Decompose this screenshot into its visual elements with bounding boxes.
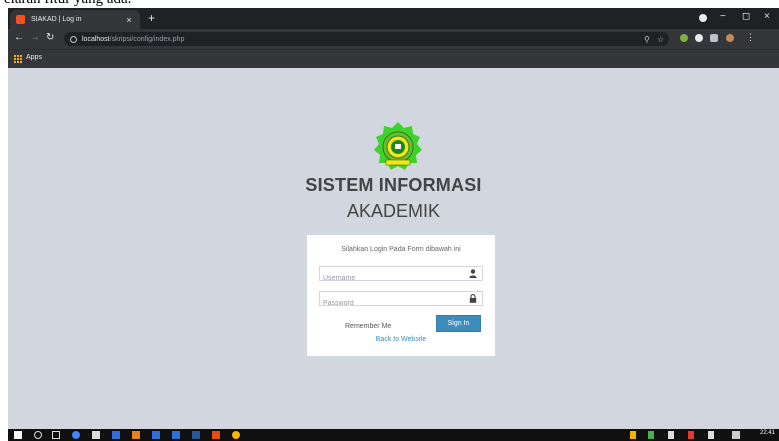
sign-in-button[interactable]: Sign In bbox=[436, 315, 481, 332]
extension-icon[interactable] bbox=[695, 34, 703, 42]
browser-tab[interactable]: SIAKAD | Log in × bbox=[10, 10, 140, 29]
menu-kebab-icon[interactable]: ⋮ bbox=[746, 32, 755, 43]
windows-start-icon[interactable] bbox=[14, 431, 22, 439]
apps-grid-icon[interactable] bbox=[14, 55, 22, 63]
login-box: Silahkan Login Pada Form dibawah ini Rem… bbox=[307, 235, 495, 356]
page-title-line2: AKADEMIK bbox=[346, 201, 441, 221]
browser-window: SIAKAD | Log in × + − ◻ × ← → ↻ localhos… bbox=[8, 8, 779, 68]
bookmarks-bar: Apps bbox=[8, 49, 779, 68]
screen: elaran fitur yang ada. SIAKAD | Log in ×… bbox=[0, 0, 779, 441]
extension-icon[interactable] bbox=[680, 34, 688, 42]
store-taskbar-icon[interactable] bbox=[92, 431, 100, 439]
back-to-website-link[interactable]: Back to Website bbox=[307, 336, 495, 343]
profile-avatar[interactable] bbox=[726, 34, 734, 42]
chrome-taskbar-icon[interactable] bbox=[72, 431, 80, 439]
app-taskbar-icon[interactable] bbox=[232, 431, 240, 439]
apps-bookmark[interactable]: Apps bbox=[26, 54, 42, 61]
institution-logo bbox=[374, 122, 422, 170]
page-title-line1: SISTEM INFORMASI bbox=[305, 175, 482, 195]
login-instruction-text: Silahkan Login Pada Form dibawah ini bbox=[341, 246, 461, 253]
extensions-puzzle-icon[interactable] bbox=[710, 34, 718, 42]
url-host: localhost bbox=[82, 35, 110, 43]
remember-me-label[interactable]: Remember Me bbox=[345, 323, 391, 330]
app-taskbar-icon[interactable] bbox=[212, 431, 220, 439]
tray-icon[interactable] bbox=[630, 431, 636, 439]
wifi-icon[interactable] bbox=[668, 431, 674, 439]
maximize-button[interactable]: ◻ bbox=[742, 11, 750, 22]
search-icon[interactable] bbox=[34, 431, 42, 439]
username-field[interactable] bbox=[319, 266, 483, 285]
file-explorer-taskbar-icon[interactable] bbox=[172, 431, 180, 439]
task-view-icon[interactable] bbox=[52, 431, 60, 439]
volume-icon[interactable] bbox=[708, 431, 714, 439]
lock-icon bbox=[469, 294, 477, 303]
tab-close-icon[interactable]: × bbox=[122, 15, 136, 25]
tray-icon[interactable] bbox=[648, 431, 654, 439]
taskbar-clock[interactable]: 22.41 bbox=[760, 430, 775, 436]
tray-icon[interactable] bbox=[688, 431, 694, 439]
app-taskbar-icon[interactable] bbox=[132, 431, 140, 439]
password-input[interactable] bbox=[320, 297, 460, 310]
document-caption-text: elaran fitur yang ada. bbox=[4, 0, 131, 8]
app-taskbar-icon[interactable] bbox=[112, 431, 120, 439]
password-field[interactable] bbox=[319, 291, 483, 310]
back-arrow-icon[interactable]: ← bbox=[14, 32, 24, 43]
taskbar: 22.41 bbox=[8, 429, 779, 441]
address-bar[interactable]: localhost/skripsi/config/index.php ⚲ ☆ bbox=[64, 32, 669, 46]
new-tab-button[interactable]: + bbox=[148, 11, 155, 25]
tab-title: SIAKAD | Log in bbox=[31, 16, 82, 23]
username-input[interactable] bbox=[320, 272, 460, 285]
browser-toolbar: ← → ↻ localhost/skripsi/config/index.php… bbox=[8, 29, 779, 49]
tab-strip: SIAKAD | Log in × + − ◻ × bbox=[8, 8, 779, 29]
reload-icon[interactable]: ↻ bbox=[46, 32, 54, 43]
word-taskbar-icon[interactable] bbox=[192, 431, 200, 439]
login-page: SISTEM INFORMASI AKADEMIK Silahkan Login… bbox=[8, 68, 779, 429]
site-info-icon[interactable] bbox=[70, 35, 77, 43]
site-favicon-icon bbox=[16, 15, 25, 24]
app-taskbar-icon[interactable] bbox=[152, 431, 160, 439]
record-indicator-icon bbox=[699, 14, 707, 22]
zoom-icon[interactable]: ⚲ bbox=[644, 35, 650, 44]
close-window-button[interactable]: × bbox=[764, 11, 770, 22]
forward-arrow-icon[interactable]: → bbox=[30, 32, 40, 43]
keyboard-icon[interactable] bbox=[732, 431, 740, 439]
url-path: /skripsi/config/index.php bbox=[109, 35, 185, 43]
minimize-button[interactable]: − bbox=[720, 11, 726, 22]
bookmark-star-icon[interactable]: ☆ bbox=[657, 35, 664, 44]
user-icon bbox=[469, 269, 477, 278]
